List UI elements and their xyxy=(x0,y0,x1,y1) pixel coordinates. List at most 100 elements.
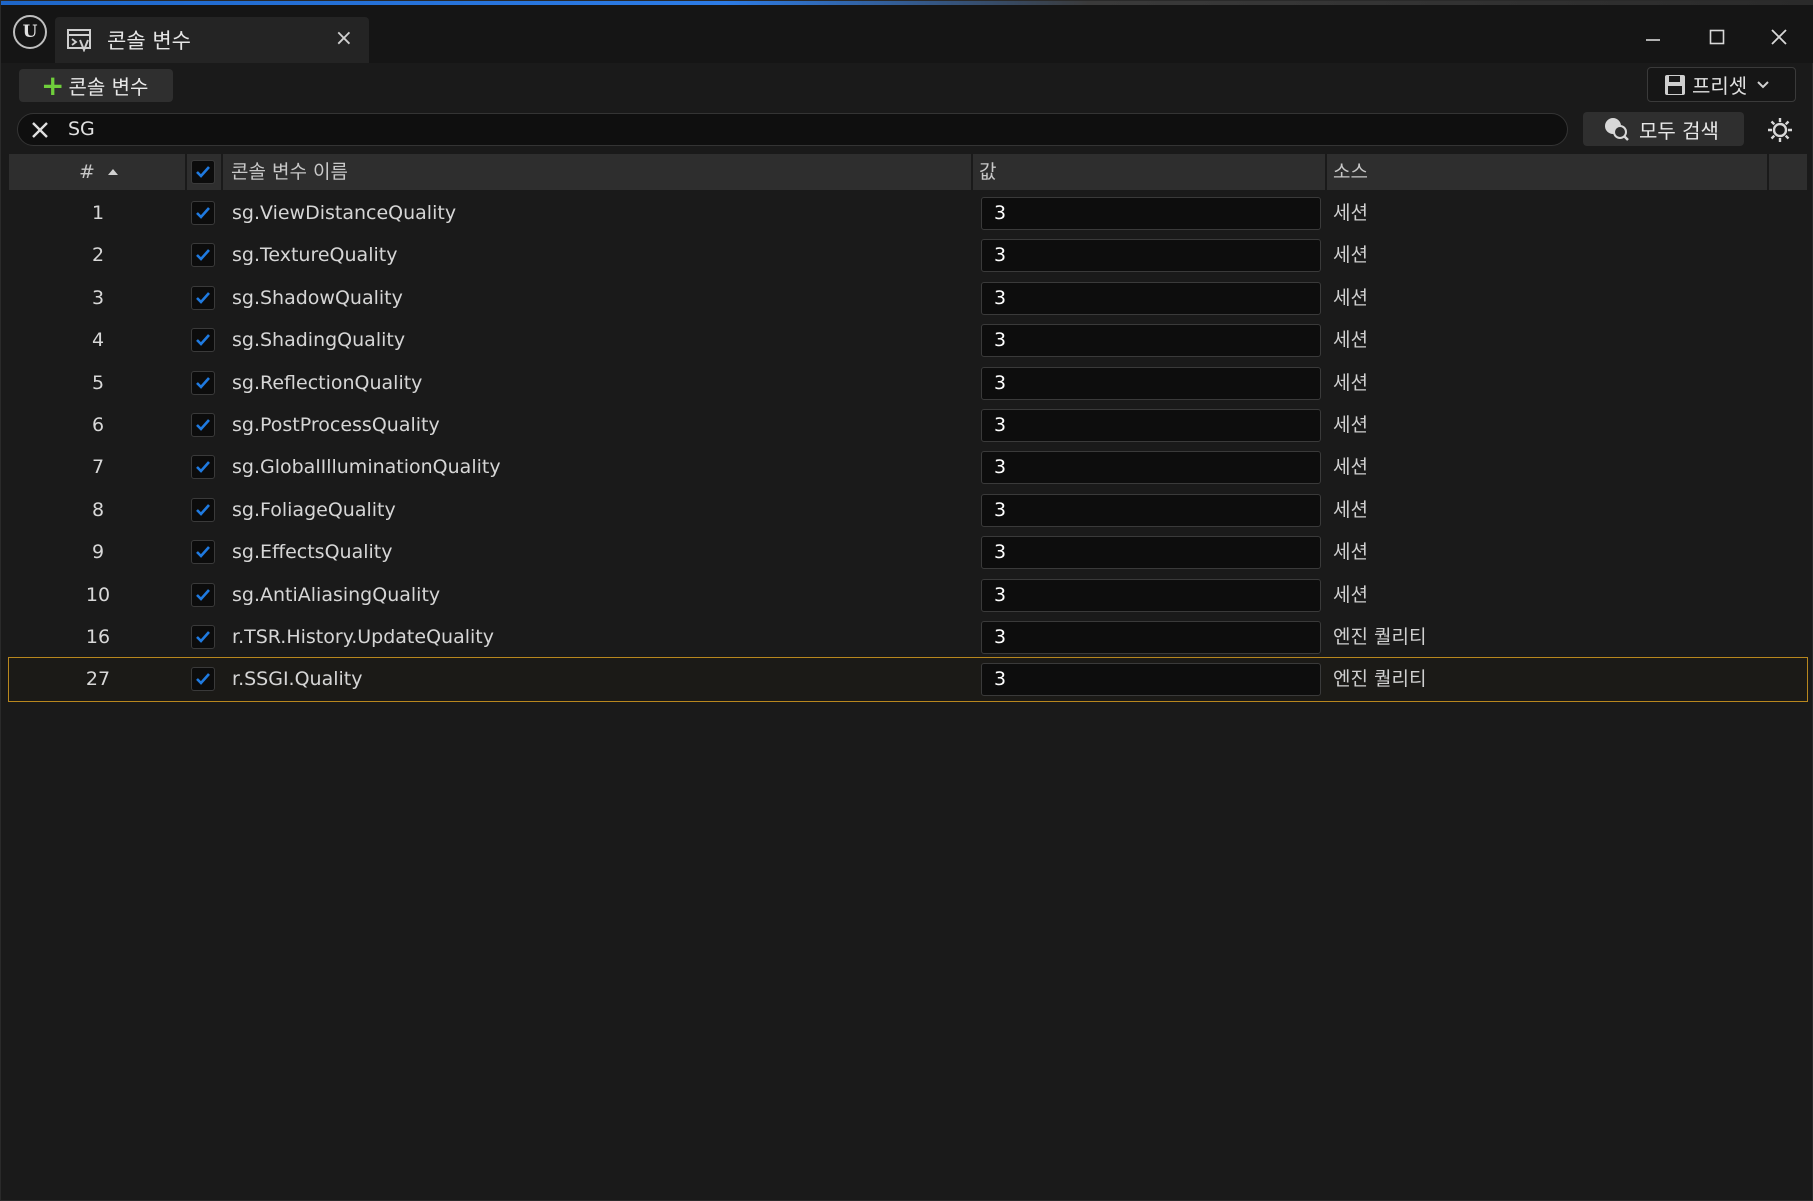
column-divider[interactable] xyxy=(1767,154,1769,190)
row-enable-checkbox[interactable] xyxy=(191,201,215,225)
search-all-button[interactable]: 모두 검색 xyxy=(1583,112,1744,146)
variable-name: sg.PostProcessQuality xyxy=(232,413,440,436)
table-row[interactable]: 6 sg.PostProcessQuality 3 세션 xyxy=(9,404,1807,446)
value-input[interactable]: 3 xyxy=(981,578,1321,612)
row-enable-checkbox[interactable] xyxy=(191,582,215,607)
checkmark-icon xyxy=(196,588,210,601)
checkmark-icon xyxy=(196,503,210,516)
column-divider[interactable] xyxy=(971,154,973,190)
tab-close-icon[interactable]: × xyxy=(335,27,353,51)
value-input[interactable]: 3 xyxy=(981,366,1321,400)
column-header-name[interactable]: 콘솔 변수 이름 xyxy=(231,154,348,190)
column-divider[interactable] xyxy=(1325,154,1327,190)
row-number: 8 xyxy=(91,498,105,521)
minimize-icon[interactable] xyxy=(1633,19,1673,55)
row-number: 10 xyxy=(85,583,111,606)
gear-icon[interactable] xyxy=(1765,115,1795,145)
value-input[interactable]: 3 xyxy=(981,408,1321,442)
checkmark-icon xyxy=(196,166,210,178)
tab-console-variables[interactable]: 콘솔 변수 × xyxy=(55,17,369,63)
table-row[interactable]: 10 sg.AntiAliasingQuality 3 세션 xyxy=(9,574,1807,616)
value-input[interactable]: 3 xyxy=(981,197,1321,230)
select-all-checkbox[interactable] xyxy=(191,160,215,184)
row-number: 4 xyxy=(91,329,105,352)
clear-search-icon[interactable] xyxy=(28,118,52,142)
column-header-number-label: # xyxy=(79,161,95,183)
value-input[interactable]: 3 xyxy=(981,451,1321,485)
variable-source: 엔진 퀄리티 xyxy=(1333,625,1427,648)
value-input[interactable]: 3 xyxy=(981,663,1321,697)
maximize-icon[interactable] xyxy=(1697,19,1737,55)
table-row[interactable]: 16 r.TSR.History.UpdateQuality 3 엔진 퀄리티 xyxy=(9,616,1807,658)
unreal-logo-icon[interactable]: U xyxy=(13,15,47,49)
table-row[interactable]: 1 sg.ViewDistanceQuality 3 세션 xyxy=(9,192,1807,234)
checkmark-icon xyxy=(196,207,210,219)
value-input[interactable]: 3 xyxy=(981,536,1321,570)
checkmark-icon xyxy=(196,546,210,559)
table-row[interactable]: 27 r.SSGI.Quality 3 엔진 퀄리티 xyxy=(8,657,1808,702)
value-input[interactable]: 3 xyxy=(981,620,1321,654)
row-enable-checkbox[interactable] xyxy=(191,540,215,565)
column-header-source[interactable]: 소스 xyxy=(1333,154,1368,190)
row-number: 27 xyxy=(85,668,111,691)
variable-name: sg.FoliageQuality xyxy=(232,498,396,521)
search-all-icon xyxy=(1605,118,1629,141)
add-console-variable-button[interactable]: + 콘솔 변수 xyxy=(19,69,173,102)
value-input[interactable]: 3 xyxy=(981,493,1321,527)
variable-name: sg.TextureQuality xyxy=(232,244,398,267)
value-input[interactable]: 3 xyxy=(981,239,1321,273)
column-header-value[interactable]: 값 xyxy=(979,154,996,190)
console-variable-list: 1 sg.ViewDistanceQuality 3 세션 2 sg.TextureQua… xyxy=(8,192,1808,702)
checkmark-icon xyxy=(196,673,210,686)
table-row[interactable]: 3 sg.ShadowQuality 3 세션 xyxy=(9,277,1807,319)
column-divider[interactable] xyxy=(221,154,223,190)
variable-name: sg.EffectsQuality xyxy=(232,541,393,564)
variable-name: r.TSR.History.UpdateQuality xyxy=(232,625,494,648)
title-bar: U 콘솔 변수 × xyxy=(1,5,1813,63)
search-input[interactable]: SG xyxy=(17,113,1568,146)
column-header-number[interactable]: # xyxy=(79,154,119,190)
variable-name: sg.ShadowQuality xyxy=(232,286,403,309)
table-row[interactable]: 5 sg.ReflectionQuality 3 세션 xyxy=(9,362,1807,404)
variable-source: 엔진 퀄리티 xyxy=(1333,668,1427,691)
variable-source: 세션 xyxy=(1333,541,1368,564)
row-number: 6 xyxy=(91,413,105,436)
row-number: 1 xyxy=(91,202,105,224)
row-enable-checkbox[interactable] xyxy=(191,667,215,692)
variable-source: 세션 xyxy=(1333,583,1368,606)
row-enable-checkbox[interactable] xyxy=(191,370,215,395)
table-row[interactable]: 2 sg.TextureQuality 3 세션 xyxy=(9,234,1807,276)
search-text: SG xyxy=(68,118,95,140)
sort-ascending-icon xyxy=(107,169,118,175)
value-input[interactable]: 3 xyxy=(981,281,1321,315)
variable-source: 세션 xyxy=(1333,413,1368,436)
row-enable-checkbox[interactable] xyxy=(191,328,215,353)
checkmark-icon xyxy=(196,631,210,643)
value-input[interactable]: 3 xyxy=(981,324,1321,358)
table-header: # 콘솔 변수 이름 값 소스 xyxy=(9,154,1807,190)
preset-dropdown-button[interactable]: 프리셋 xyxy=(1647,67,1796,102)
variable-source: 세션 xyxy=(1333,286,1368,309)
row-enable-checkbox[interactable] xyxy=(191,285,215,310)
tab-title: 콘솔 변수 xyxy=(107,29,191,53)
row-number: 5 xyxy=(91,371,105,394)
variable-name: sg.ShadingQuality xyxy=(232,329,406,352)
table-row[interactable]: 9 sg.EffectsQuality 3 세션 xyxy=(9,531,1807,573)
checkmark-icon xyxy=(196,376,210,389)
save-icon xyxy=(1665,74,1685,95)
row-enable-checkbox[interactable] xyxy=(191,412,215,437)
checkmark-icon xyxy=(196,291,210,304)
variable-source: 세션 xyxy=(1333,202,1368,224)
row-enable-checkbox[interactable] xyxy=(191,455,215,480)
table-row[interactable]: 7 sg.GlobalIlluminationQuality 3 세션 xyxy=(9,446,1807,488)
close-window-icon[interactable] xyxy=(1759,19,1799,55)
row-enable-checkbox[interactable] xyxy=(191,497,215,522)
row-enable-checkbox[interactable] xyxy=(191,243,215,268)
checkmark-icon xyxy=(196,461,210,474)
table-row[interactable]: 8 sg.FoliageQuality 3 세션 xyxy=(9,489,1807,531)
console-variables-tab-icon xyxy=(67,29,91,52)
row-enable-checkbox[interactable] xyxy=(191,624,215,649)
column-divider[interactable] xyxy=(185,154,187,190)
table-row[interactable]: 4 sg.ShadingQuality 3 세션 xyxy=(9,319,1807,361)
variable-name: r.SSGI.Quality xyxy=(232,668,363,691)
